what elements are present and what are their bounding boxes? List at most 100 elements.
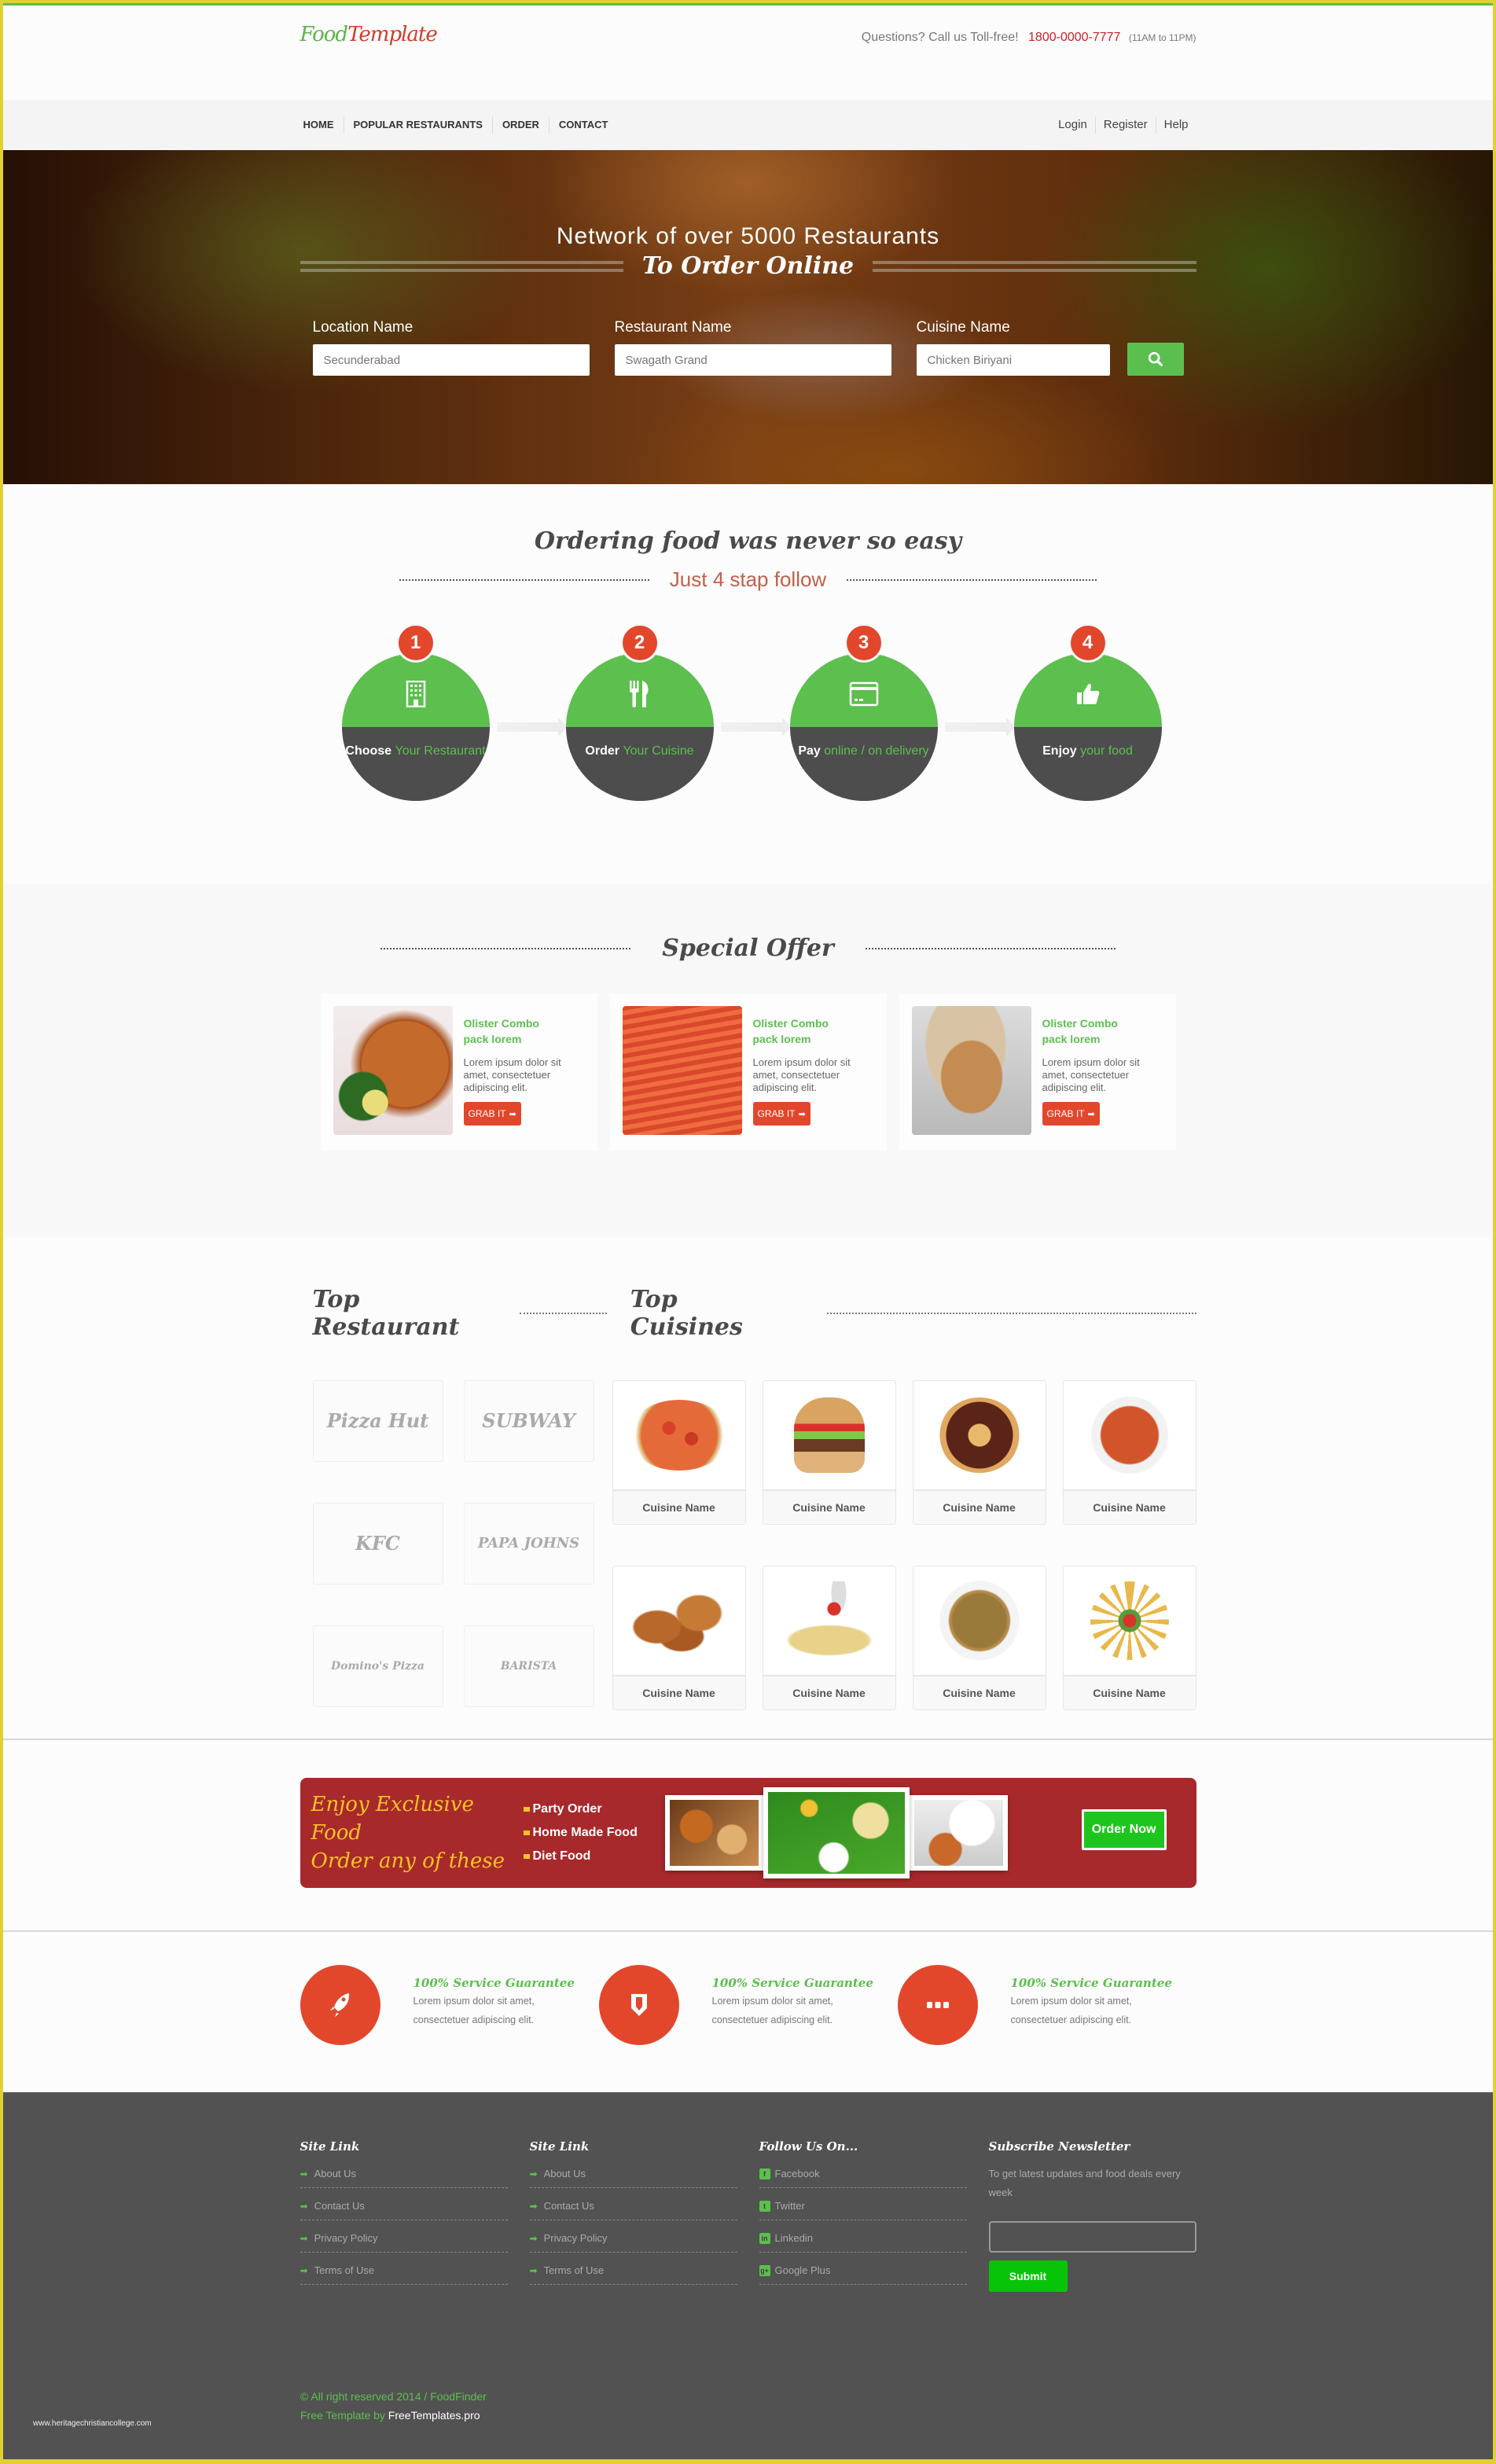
offer-name: Olister Combo pack lorem (752, 1017, 829, 1045)
arrow-right-icon: ➡ (300, 2168, 308, 2179)
cuisine-card[interactable]: Cuisine Name (1062, 1566, 1196, 1710)
cuisine-label: Cuisine Name (1063, 1491, 1196, 1524)
contact-info: Questions? Call us Toll-free! 1800-0000-… (862, 31, 1196, 45)
arrow-right-icon: ➡ (529, 2168, 538, 2179)
footer-link-privacy-policy[interactable]: ➡ Privacy Policy (300, 2229, 508, 2253)
step-number: 1 (395, 623, 436, 663)
footer-bottom: © All right reserved 2014 / FoodFinder F… (300, 2387, 487, 2425)
grab-it-label: GRAB IT (1046, 1108, 1085, 1119)
cuisine-label: Cuisine Name (763, 1676, 895, 1709)
step-4: 4 Enjoy your food (1013, 623, 1162, 812)
logo[interactable]: FoodTemplate (300, 23, 438, 46)
restaurant-logo-barista[interactable]: BARISTA (463, 1625, 594, 1707)
cuisine-card[interactable]: Cuisine Name (762, 1566, 896, 1710)
top-cuisines-title: Top Cuisines (630, 1286, 743, 1341)
guarantee-desc: Lorem ipsum dolor sit amet, consectetuer… (1010, 1996, 1132, 2025)
cuisine-card[interactable]: Cuisine Name (612, 1380, 746, 1525)
credit: Free Template by FreeTemplates.pro (300, 2409, 480, 2422)
newsletter-email-input[interactable] (988, 2221, 1196, 2253)
cuisine-label: Cuisine Name (913, 1491, 1046, 1524)
promo-title: Enjoy Exclusive Food Order any of these (311, 1790, 524, 1875)
rocket-icon (329, 1993, 349, 2017)
grab-it-button[interactable]: GRAB IT ➡ (1042, 1102, 1100, 1126)
help-link[interactable]: Help (1155, 116, 1196, 134)
social-link-linkedin[interactable]: in Linkedin (759, 2229, 967, 2253)
nav-popular-restaurants[interactable]: POPULAR RESTAURANTS (343, 116, 492, 134)
credit-link[interactable]: FreeTemplates.pro (388, 2409, 480, 2422)
footer-link-about-us[interactable]: ➡ About Us (529, 2165, 737, 2188)
credit-card-icon (849, 681, 878, 707)
nav-order[interactable]: ORDER (491, 116, 549, 134)
phone-number[interactable]: 1800-0000-7777 (1028, 31, 1120, 44)
bullet-arrow-icon (523, 1806, 530, 1812)
cuisine-card[interactable]: Cuisine Name (912, 1380, 1046, 1525)
social-link-google-plus[interactable]: g+ Google Plus (759, 2261, 967, 2285)
dotted-rule (399, 578, 649, 581)
footer-newsletter: Subscribe Newsletter To get latest updat… (988, 2139, 1196, 2293)
guarantee-title: 100% Service Guarantee (711, 1976, 873, 1990)
cuisine-field: Cuisine Name (916, 319, 1110, 376)
steps-list: 1 Choose Your Restaurant 2 Order Your Cu… (300, 623, 1196, 812)
cuisine-label: Cuisine Name (913, 1676, 1046, 1709)
cuisine-image-pasta-salad (781, 1581, 877, 1660)
arrow-right-icon: ➡ (300, 2200, 308, 2212)
dotted-rule (380, 947, 631, 949)
footer-link-contact-us[interactable]: ➡ Contact Us (529, 2197, 737, 2220)
twitter-icon: t (759, 2200, 770, 2212)
cuisine-card[interactable]: Cuisine Name (912, 1566, 1046, 1710)
offer-image-scallop (911, 1006, 1031, 1135)
offer-name: Olister Combo pack lorem (463, 1017, 539, 1045)
restaurant-logo-subway[interactable]: SUBWAY (463, 1380, 594, 1462)
cuisine-image-curry (1090, 1396, 1169, 1474)
restaurant-logo-pizza-hut[interactable]: Pizza Hut (312, 1380, 443, 1462)
register-link[interactable]: Register (1094, 116, 1156, 134)
footer-link-terms-of-use[interactable]: ➡ Terms of Use (529, 2261, 737, 2285)
nav-contact[interactable]: CONTACT (548, 116, 618, 134)
location-input[interactable] (312, 344, 590, 376)
footer-col-title: Subscribe Newsletter (988, 2139, 1130, 2154)
footer-link-privacy-policy[interactable]: ➡ Privacy Policy (529, 2229, 737, 2253)
grab-it-button[interactable]: GRAB IT ➡ (752, 1102, 810, 1126)
search-button[interactable] (1127, 343, 1184, 376)
restaurant-logo-grid: Pizza Hut SUBWAY KFC PAPA JOHNS Domino's… (312, 1380, 595, 1710)
step-arrow (496, 718, 568, 736)
linkedin-icon: in (759, 2232, 770, 2244)
order-now-button[interactable]: Order Now (1081, 1809, 1167, 1850)
footer-link-contact-us[interactable]: ➡ Contact Us (300, 2197, 508, 2220)
restaurant-input[interactable] (614, 344, 891, 376)
hero-title: To Order Online (641, 252, 855, 280)
offer-card: Olister Combo pack lorem Lorem ipsum dol… (320, 993, 597, 1151)
promo-section: Enjoy Exclusive Food Order any of these … (3, 1740, 1493, 1932)
navbar: HOME POPULAR RESTAURANTS ORDER CONTACT L… (3, 100, 1493, 150)
cuisine-card[interactable]: Cuisine Name (1062, 1380, 1196, 1525)
double-rule-left (300, 260, 623, 272)
step-rest: Your Cuisine (623, 744, 694, 758)
login-link[interactable]: Login (1050, 116, 1095, 134)
step-circle: Order Your Cuisine (565, 653, 714, 801)
newsletter-submit-button[interactable]: Submit (988, 2260, 1068, 2292)
nav-home[interactable]: HOME (300, 116, 344, 134)
guarantee-item: 100% Service Guarantee Lorem ipsum dolor… (598, 1965, 898, 2045)
fork-knife-icon (629, 681, 649, 707)
promo-banner: Enjoy Exclusive Food Order any of these … (300, 1778, 1196, 1888)
arrow-right-icon: ➡ (300, 2232, 308, 2244)
restaurant-logo-dominos[interactable]: Domino's Pizza (312, 1625, 443, 1707)
cuisine-image-fried-rice (938, 1580, 1020, 1662)
location-field: Location Name (312, 319, 590, 376)
restaurant-logo-kfc[interactable]: KFC (312, 1503, 443, 1585)
cuisine-card[interactable]: Cuisine Name (762, 1380, 896, 1525)
contact-text: Questions? Call us Toll-free! (861, 31, 1019, 44)
footer-link-about-us[interactable]: ➡ About Us (300, 2165, 508, 2188)
cuisine-image-fried-chicken (623, 1589, 734, 1652)
grab-it-button[interactable]: GRAB IT ➡ (463, 1102, 521, 1126)
footer-link-terms-of-use[interactable]: ➡ Terms of Use (300, 2261, 508, 2285)
social-link-twitter[interactable]: t Twitter (759, 2197, 967, 2220)
guarantee-desc: Lorem ipsum dolor sit amet, consectetuer… (413, 1996, 535, 2025)
social-link-facebook[interactable]: f Facebook (759, 2165, 967, 2188)
cuisine-card[interactable]: Cuisine Name (612, 1566, 746, 1710)
copyright: © All right reserved 2014 / FoodFinder (300, 2390, 487, 2403)
restaurant-logo-papa-johns[interactable]: PAPA JOHNS (463, 1503, 594, 1585)
cuisine-input[interactable] (916, 344, 1110, 376)
dotted-rule (847, 578, 1097, 581)
cuisine-image-donut (938, 1397, 1020, 1473)
